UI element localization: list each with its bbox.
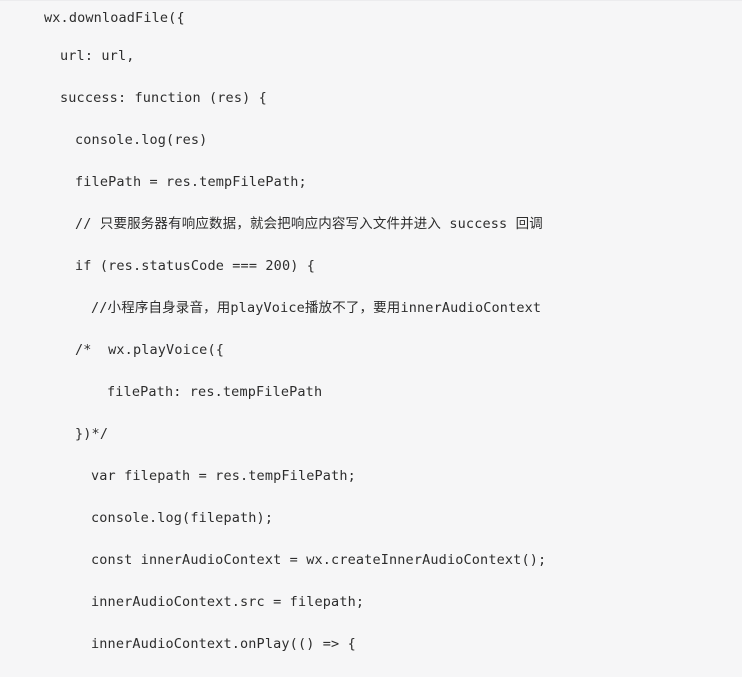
code-line-text: console.log(res) (75, 132, 208, 148)
code-line-text: filePath: res.tempFilePath (107, 384, 323, 400)
code-line: //小程序自身录音，用playVoice播放不了，要用innerAudioCon… (0, 287, 742, 329)
code-line: url: url, (0, 35, 742, 77)
code-line: const innerAudioContext = wx.createInner… (0, 539, 742, 581)
code-line-text: filePath = res.tempFilePath; (75, 174, 307, 190)
code-line: filePath: res.tempFilePath (0, 371, 742, 413)
code-line-text: success: function (res) { (60, 90, 267, 106)
code-line-text: /* wx.playVoice({ (75, 342, 224, 358)
code-line: console.log(res) (0, 119, 742, 161)
code-block: wx.downloadFile({ url: url, success: funct… (0, 0, 742, 677)
code-line: // 只要服务器有响应数据，就会把响应内容写入文件并进入 success 回调 (0, 203, 742, 245)
code-line: innerAudioContext.src = filepath; (0, 581, 742, 623)
code-line: wx.downloadFile({ (0, 1, 742, 35)
code-line: success: function (res) { (0, 77, 742, 119)
code-line-text: console.log(filepath); (91, 510, 274, 526)
code-line: })*/ (0, 413, 742, 455)
code-line: var filepath = res.tempFilePath; (0, 455, 742, 497)
code-line-text: if (res.statusCode === 200) { (75, 258, 316, 274)
code-line-text: })*/ (75, 426, 109, 442)
code-line-text: const innerAudioContext = wx.createInner… (91, 552, 547, 568)
code-line-text: innerAudioContext.src = filepath; (91, 594, 365, 610)
code-line: filePath = res.tempFilePath; (0, 161, 742, 203)
code-line: console.log(filepath); (0, 497, 742, 539)
code-line: innerAudioContext.onPlay(() => { (0, 623, 742, 665)
code-line-text: // 只要服务器有响应数据，就会把响应内容写入文件并进入 success 回调 (75, 216, 543, 232)
code-line-text: wx.downloadFile({ (44, 10, 185, 26)
code-line: if (res.statusCode === 200) { (0, 245, 742, 287)
code-line: /* wx.playVoice({ (0, 329, 742, 371)
code-line-text: innerAudioContext.onPlay(() => { (91, 636, 356, 652)
code-line-text: //小程序自身录音，用playVoice播放不了，要用innerAudioCon… (91, 300, 542, 316)
code-line-text: url: url, (60, 48, 135, 64)
code-line-text: var filepath = res.tempFilePath; (91, 468, 356, 484)
